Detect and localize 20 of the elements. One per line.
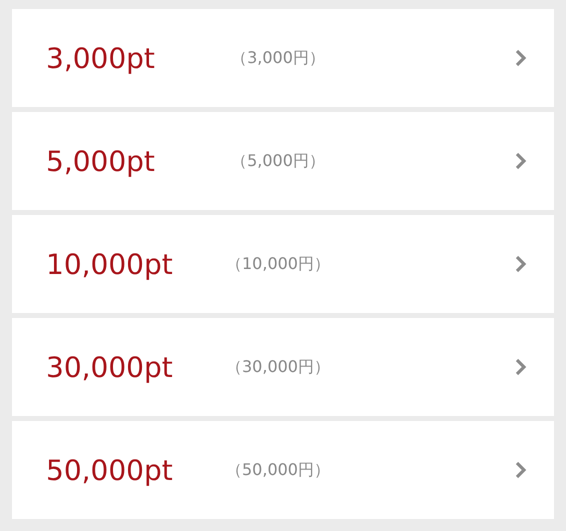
points-amount: 5,000pt xyxy=(46,144,156,178)
yen-price: （30,000円） xyxy=(226,356,330,378)
point-option-row[interactable]: 3,000pt （3,000円） xyxy=(12,9,554,107)
yen-price: （5,000円） xyxy=(231,150,325,172)
point-option-row[interactable]: 50,000pt （50,000円） xyxy=(12,421,554,519)
chevron-right-icon xyxy=(514,48,528,68)
yen-price: （10,000円） xyxy=(226,254,330,274)
points-amount: 50,000pt xyxy=(46,454,174,486)
chevron-right-icon xyxy=(514,151,528,171)
points-amount: 3,000pt xyxy=(46,42,156,74)
point-option-row[interactable]: 5,000pt （5,000円） xyxy=(12,112,554,210)
points-amount: 10,000pt xyxy=(46,248,174,280)
points-amount: 30,000pt xyxy=(46,350,174,384)
yen-price: （50,000円） xyxy=(226,460,330,480)
chevron-right-icon xyxy=(514,254,528,274)
yen-price: （3,000円） xyxy=(231,48,325,68)
point-option-row[interactable]: 10,000pt （10,000円） xyxy=(12,215,554,313)
chevron-right-icon xyxy=(514,357,528,377)
point-option-row[interactable]: 30,000pt （30,000円） xyxy=(12,318,554,416)
chevron-right-icon xyxy=(514,460,528,480)
